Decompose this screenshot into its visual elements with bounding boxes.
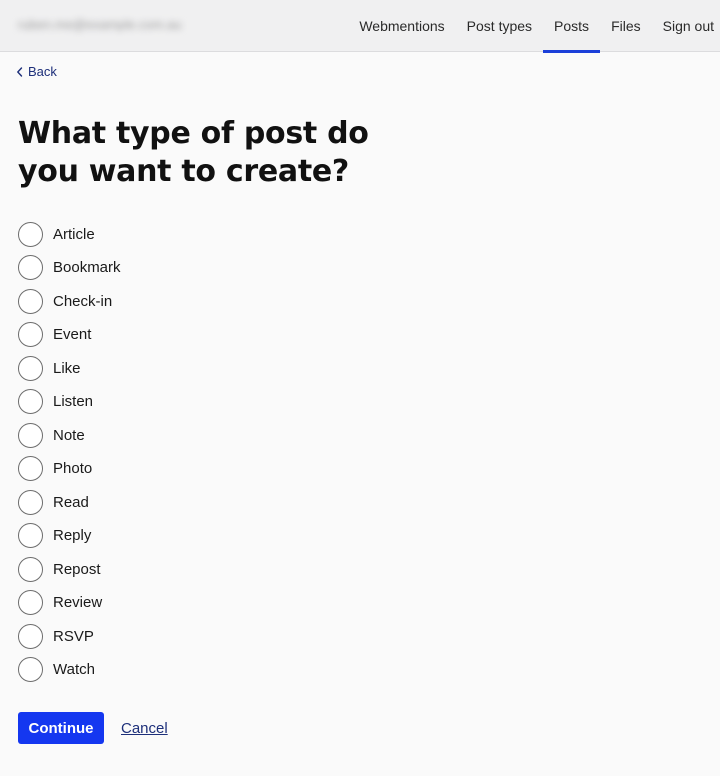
- continue-button[interactable]: Continue: [18, 712, 104, 744]
- nav-posts[interactable]: Posts: [543, 0, 601, 53]
- post-type-radio-group: Article Bookmark Check-in Event Like Listen No…: [18, 221, 121, 690]
- option-label: Read: [53, 493, 89, 511]
- post-type-option[interactable]: Reply: [18, 523, 121, 549]
- radio-button[interactable]: [18, 590, 43, 615]
- option-label: Reply: [53, 527, 92, 544]
- back-label: Back: [28, 64, 57, 79]
- main-nav: Webmentions Post types Posts Files Sign …: [348, 0, 720, 53]
- option-label: Article: [53, 225, 95, 243]
- radio-button[interactable]: [18, 657, 43, 682]
- post-type-option[interactable]: Check-in: [18, 288, 121, 314]
- radio-button[interactable]: [18, 255, 43, 280]
- post-type-option[interactable]: Event: [18, 322, 121, 348]
- back-link[interactable]: Back: [16, 64, 57, 79]
- radio-button[interactable]: [18, 456, 43, 481]
- post-type-option[interactable]: Watch: [18, 657, 121, 683]
- post-type-option[interactable]: Like: [18, 355, 121, 381]
- radio-button[interactable]: [18, 322, 43, 347]
- option-label: Watch: [53, 661, 95, 678]
- chevron-left-icon: [17, 66, 23, 77]
- post-type-option[interactable]: Bookmark: [18, 255, 121, 281]
- post-type-option[interactable]: Repost: [18, 556, 121, 582]
- radio-button[interactable]: [18, 422, 43, 448]
- option-label: RSVP: [53, 627, 94, 645]
- nav-webmentions[interactable]: Webmentions: [348, 0, 455, 52]
- option-label: Check-in: [53, 292, 113, 310]
- post-type-option[interactable]: Note: [18, 422, 121, 448]
- radio-button[interactable]: [18, 489, 43, 515]
- radio-button[interactable]: [18, 389, 43, 414]
- option-label: Listen: [53, 393, 94, 410]
- option-label: Like: [53, 359, 81, 377]
- post-type-option[interactable]: Photo: [18, 456, 121, 482]
- option-label: Photo: [53, 460, 93, 477]
- post-type-option[interactable]: Listen: [18, 389, 121, 415]
- radio-button[interactable]: [18, 221, 43, 247]
- page-title: What type of post do you want to create?: [18, 116, 369, 189]
- account-email: ruben.me@example.com.au: [18, 17, 182, 32]
- radio-button[interactable]: [18, 556, 43, 582]
- post-type-option[interactable]: Review: [18, 590, 121, 616]
- radio-button[interactable]: [18, 523, 43, 548]
- cancel-link[interactable]: Cancel: [121, 720, 168, 737]
- option-label: Event: [53, 326, 92, 343]
- radio-button[interactable]: [18, 623, 43, 649]
- option-label: Note: [53, 426, 85, 444]
- option-label: Review: [53, 594, 103, 611]
- form-actions: Continue Cancel: [18, 712, 168, 744]
- radio-button[interactable]: [18, 288, 43, 314]
- nav-post-types[interactable]: Post types: [456, 0, 543, 52]
- post-type-option[interactable]: Read: [18, 489, 121, 515]
- post-type-option[interactable]: Article: [18, 221, 121, 247]
- option-label: Repost: [53, 560, 101, 578]
- top-bar: ruben.me@example.com.au Webmentions Post…: [0, 0, 720, 53]
- nav-files[interactable]: Files: [600, 0, 652, 52]
- radio-button[interactable]: [18, 355, 43, 381]
- post-type-option[interactable]: RSVP: [18, 623, 121, 649]
- nav-sign-out[interactable]: Sign out: [652, 0, 720, 52]
- option-label: Bookmark: [53, 259, 121, 276]
